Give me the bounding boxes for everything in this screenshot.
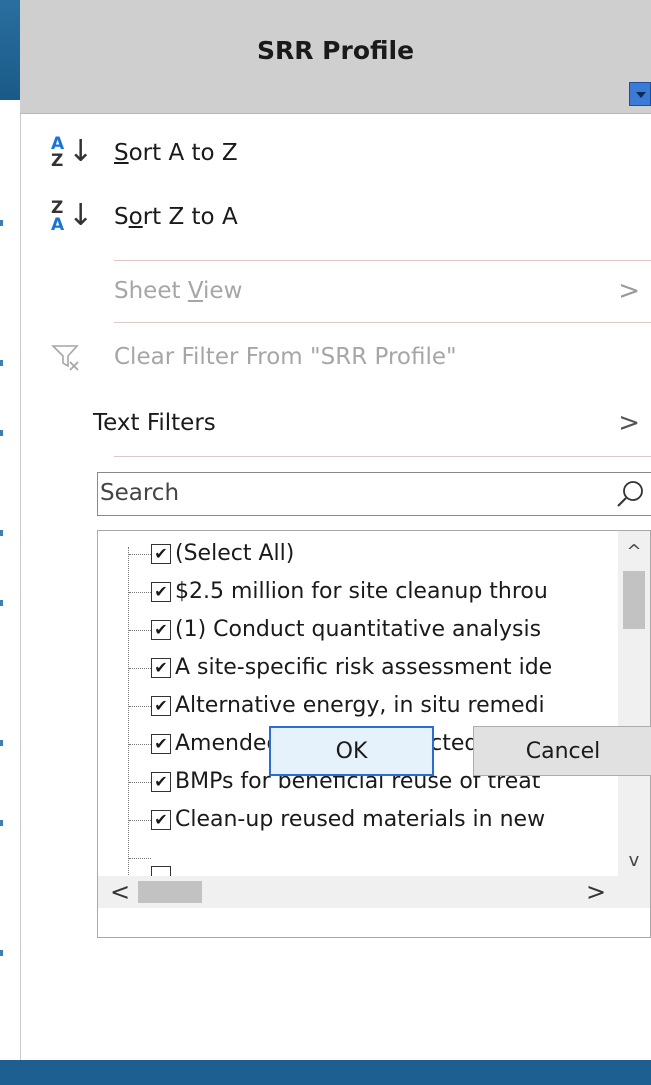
search-input[interactable] bbox=[100, 473, 600, 513]
list-item[interactable]: ✔ (Select All) bbox=[98, 535, 618, 573]
menu-separator bbox=[114, 456, 651, 457]
filter-dropdown-menu: A Z ↓ Sort A to Z Z A ↓ Sort Z to A Shee… bbox=[20, 114, 651, 1060]
checkbox[interactable]: ✔ bbox=[151, 772, 171, 792]
scroll-down-icon[interactable]: v bbox=[618, 846, 650, 876]
ok-button[interactable]: OK bbox=[269, 726, 434, 776]
menu-separator bbox=[114, 260, 651, 261]
cancel-button[interactable]: Cancel bbox=[473, 726, 651, 776]
checkbox[interactable]: ✔ bbox=[151, 582, 171, 602]
worksheet-bottom-strip bbox=[0, 1060, 651, 1085]
scroll-thumb[interactable] bbox=[138, 881, 202, 903]
sort-z-to-a-item[interactable]: Z A ↓ Sort Z to A bbox=[21, 190, 651, 244]
checkbox[interactable]: ✔ bbox=[151, 544, 171, 564]
checkbox[interactable]: ✔ bbox=[151, 734, 171, 754]
submenu-chevron-icon: > bbox=[618, 408, 640, 438]
sort-a-to-z-icon: A Z ↓ bbox=[51, 134, 94, 171]
search-box bbox=[97, 472, 651, 516]
horizontal-scrollbar[interactable]: < > bbox=[98, 876, 618, 908]
clear-filter-item[interactable]: Clear Filter From "SRR Profile" bbox=[21, 330, 651, 384]
submenu-chevron-icon: > bbox=[618, 276, 640, 306]
dropdown-arrow-icon[interactable] bbox=[629, 82, 651, 106]
checkbox[interactable]: ✔ bbox=[151, 658, 171, 678]
sheet-view-label: Sheet View bbox=[114, 278, 243, 304]
checkbox[interactable]: ✔ bbox=[151, 696, 171, 716]
vertical-scrollbar[interactable]: ^ v bbox=[618, 531, 650, 876]
text-filters-label: Text Filters bbox=[93, 410, 216, 436]
menu-separator bbox=[114, 322, 651, 323]
sort-z-to-a-label: Sort Z to A bbox=[114, 204, 238, 230]
list-item-partial[interactable] bbox=[98, 839, 618, 876]
sort-a-to-z-label: Sort A to Z bbox=[114, 140, 238, 166]
scroll-left-icon[interactable]: < bbox=[106, 876, 134, 908]
list-item[interactable]: ✔ A site-specific risk assessment ide bbox=[98, 649, 618, 687]
list-item[interactable]: ✔ Alternative energy, in situ remedi bbox=[98, 687, 618, 725]
clear-filter-icon bbox=[51, 345, 79, 371]
clear-filter-label: Clear Filter From "SRR Profile" bbox=[114, 344, 457, 370]
list-item[interactable]: ✔ $2.5 million for site cleanup throu bbox=[98, 573, 618, 611]
list-item[interactable]: ✔ (1) Conduct quantitative analysis bbox=[98, 611, 618, 649]
column-header: SRR Profile bbox=[20, 0, 651, 114]
scroll-up-icon[interactable]: ^ bbox=[618, 537, 650, 567]
checkbox[interactable] bbox=[151, 866, 171, 876]
scroll-thumb[interactable] bbox=[623, 571, 645, 629]
sheet-view-item[interactable]: Sheet View > bbox=[21, 264, 651, 318]
text-filters-item[interactable]: Text Filters > bbox=[21, 396, 651, 450]
magnifier-icon[interactable] bbox=[615, 479, 645, 509]
worksheet-column-strip bbox=[0, 100, 20, 1085]
column-header-title: SRR Profile bbox=[256, 36, 415, 65]
list-item[interactable]: ✔ Clean-up reused materials in new bbox=[98, 801, 618, 839]
sort-a-to-z-item[interactable]: A Z ↓ Sort A to Z bbox=[21, 126, 651, 180]
sort-z-to-a-icon: Z A ↓ bbox=[51, 198, 94, 235]
checkbox[interactable]: ✔ bbox=[151, 620, 171, 640]
checkbox[interactable]: ✔ bbox=[151, 810, 171, 830]
scroll-right-icon[interactable]: > bbox=[582, 876, 610, 908]
scrollbar-corner bbox=[618, 876, 650, 908]
